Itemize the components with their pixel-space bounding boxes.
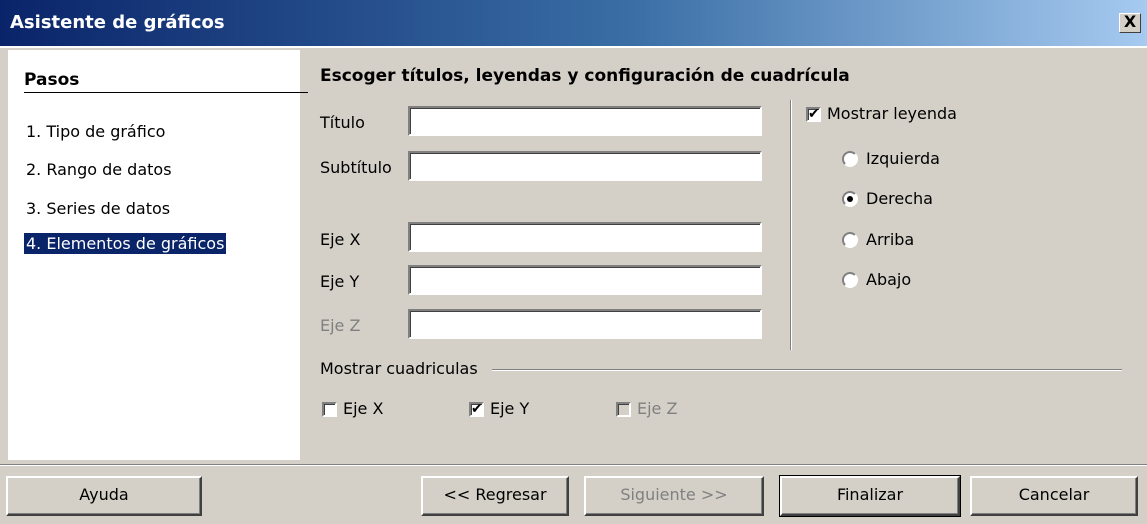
step-data-series[interactable]: 3. Series de datos xyxy=(24,198,172,219)
legend-right-radio[interactable] xyxy=(842,191,858,207)
legend-right-label[interactable]: Derecha xyxy=(866,189,933,208)
check-icon: ✔ xyxy=(808,106,820,122)
legend-top-label[interactable]: Arriba xyxy=(866,230,914,249)
step-chart-type[interactable]: 1. Tipo de gráfico xyxy=(24,121,167,142)
cancel-button[interactable]: Cancelar xyxy=(970,476,1138,516)
grid-z-checkbox xyxy=(616,402,631,417)
z-axis-input xyxy=(408,309,762,339)
legend-bottom-label[interactable]: Abajo xyxy=(866,270,911,289)
check-icon: ✔ xyxy=(471,401,483,417)
steps-heading-underline xyxy=(24,92,308,93)
grid-z-label: Eje Z xyxy=(637,399,678,418)
grid-group-line xyxy=(492,369,1122,371)
subtitle-input[interactable] xyxy=(408,151,762,181)
title-input[interactable] xyxy=(408,106,762,136)
legend-bottom-radio[interactable] xyxy=(842,272,858,288)
legend-left-label[interactable]: Izquierda xyxy=(866,149,940,168)
title-bar: Asistente de gráficos X xyxy=(0,0,1147,46)
z-axis-label: Eje Z xyxy=(320,316,361,335)
legend-top-radio[interactable] xyxy=(842,232,858,248)
finish-button[interactable]: Finalizar xyxy=(779,475,961,517)
window-title: Asistente de gráficos xyxy=(10,12,225,33)
grid-x-label[interactable]: Eje X xyxy=(343,399,383,418)
next-button: Siguiente >> xyxy=(584,476,764,516)
grid-y-checkbox[interactable]: ✔ xyxy=(469,402,484,417)
button-bar-divider xyxy=(0,464,1147,466)
close-button[interactable]: X xyxy=(1119,13,1141,33)
steps-heading: Pasos xyxy=(24,70,80,90)
grid-group-title: Mostrar cuadriculas xyxy=(320,359,478,378)
grid-x-checkbox[interactable] xyxy=(322,402,337,417)
legend-left-radio[interactable] xyxy=(842,151,858,167)
x-axis-label: Eje X xyxy=(320,230,361,249)
back-button[interactable]: << Regresar xyxy=(421,476,569,516)
y-axis-label: Eje Y xyxy=(320,272,360,291)
frame-divider xyxy=(0,46,1147,48)
step-chart-elements[interactable]: 4. Elementos de gráficos xyxy=(24,233,227,254)
step-data-range[interactable]: 2. Rango de datos xyxy=(24,159,174,180)
close-icon: X xyxy=(1123,12,1137,31)
show-legend-checkbox[interactable]: ✔ xyxy=(806,107,821,122)
section-title: Escoger títulos, leyendas y configuració… xyxy=(320,66,850,86)
help-button[interactable]: Ayuda xyxy=(6,476,202,516)
radio-selected-dot xyxy=(847,196,853,202)
x-axis-input[interactable] xyxy=(408,222,762,252)
subtitle-label: Subtítulo xyxy=(320,158,392,177)
steps-panel: Pasos 1. Tipo de gráfico 2. Rango de dat… xyxy=(8,50,308,460)
title-label: Título xyxy=(320,113,365,132)
show-legend-label[interactable]: Mostrar leyenda xyxy=(827,104,957,123)
y-axis-input[interactable] xyxy=(408,265,762,295)
vertical-separator xyxy=(790,100,792,350)
grid-y-label[interactable]: Eje Y xyxy=(490,399,529,418)
